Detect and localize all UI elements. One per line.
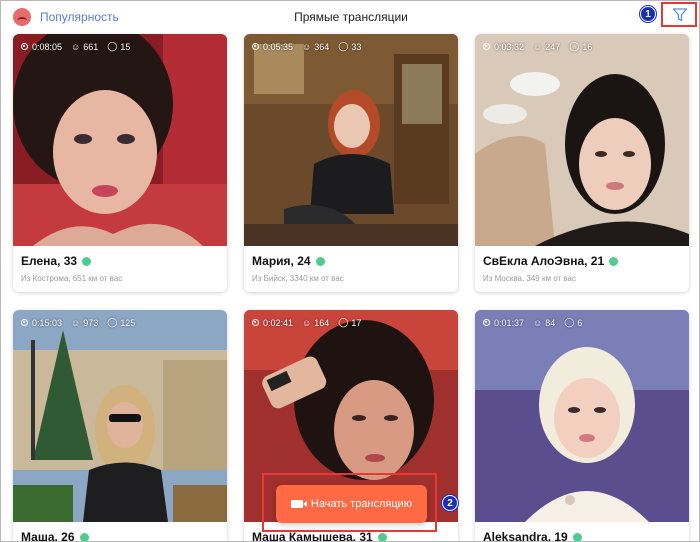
online-status-icon	[572, 532, 582, 541]
start-stream-highlight: Начать трансляцию	[262, 473, 437, 532]
stream-duration: 0:03:32	[494, 41, 525, 52]
comments-count: 125	[120, 317, 136, 328]
stream-card[interactable]: 0:03:32 ☺ 247 ◯ 16 СвЕкла АлоЭвна, 21 Из…	[475, 34, 689, 292]
comments-count: 33	[351, 41, 362, 52]
stream-card[interactable]: 0:15:03 ☺ 973 ◯ 125 Маша, 26	[13, 310, 227, 541]
streamer-distance: Из Москва, 349 км от вас	[483, 274, 576, 283]
comments-icon: ◯	[338, 317, 349, 327]
header: Популярность Прямые трансляции 1	[1, 1, 699, 31]
stream-stats: 0:01:37 ☺ 84 ◯ 6	[483, 317, 582, 328]
live-indicator-icon	[252, 43, 259, 50]
comments-icon: ◯	[564, 317, 575, 327]
comments-count: 15	[120, 41, 131, 52]
stream-stats: 0:08:05 ☺ 661 ◯ 15	[21, 41, 130, 52]
viewers-icon: ☺	[302, 317, 312, 328]
live-indicator-icon	[21, 319, 28, 326]
comments-icon: ◯	[338, 41, 349, 51]
online-status-icon	[377, 532, 387, 541]
comments-icon: ◯	[569, 41, 580, 51]
comments-count: 16	[582, 41, 593, 52]
stream-thumbnail: 0:15:03 ☺ 973 ◯ 125	[13, 310, 227, 522]
page-title: Прямые трансляции	[294, 10, 408, 24]
viewers-count: 661	[83, 41, 99, 52]
stream-stats: 0:15:03 ☺ 973 ◯ 125	[21, 317, 135, 328]
comments-icon: ◯	[107, 317, 118, 327]
card-info: Aleksandra, 19	[475, 522, 689, 541]
app-window: Популярность Прямые трансляции 1 0:08:05…	[0, 0, 700, 542]
viewers-icon: ☺	[533, 41, 543, 52]
comments-count: 17	[351, 317, 362, 328]
viewers-icon: ☺	[533, 317, 543, 328]
stream-stats: 0:03:32 ☺ 247 ◯ 16	[483, 41, 592, 52]
stream-thumbnail: 0:01:37 ☺ 84 ◯ 6	[475, 310, 689, 522]
stream-thumbnail: 0:05:35 ☺ 364 ◯ 33	[244, 34, 458, 246]
viewers-icon: ☺	[71, 41, 81, 52]
comments-count: 6	[577, 317, 583, 328]
stream-card[interactable]: 0:08:05 ☺ 661 ◯ 15 Елена, 33 Из Кострома…	[13, 34, 227, 292]
live-indicator-icon	[483, 43, 490, 50]
card-info: Мария, 24 Из Бийск, 3340 км от вас	[244, 246, 458, 292]
start-stream-button[interactable]: Начать трансляцию	[276, 485, 427, 523]
stream-duration: 0:02:41	[263, 317, 294, 328]
live-indicator-icon	[21, 43, 28, 50]
streamer-name[interactable]: Aleksandra, 19	[483, 530, 568, 541]
viewers-count: 164	[314, 317, 330, 328]
stream-thumbnail: 0:03:32 ☺ 247 ◯ 16	[475, 34, 689, 246]
annotation-badge-2: 2	[442, 495, 458, 511]
live-indicator-icon	[483, 319, 490, 326]
card-info: СвЕкла АлоЭвна, 21 Из Москва, 349 км от …	[475, 246, 689, 292]
streamer-name[interactable]: Елена, 33	[21, 254, 77, 268]
stream-thumbnail: 0:08:05 ☺ 661 ◯ 15	[13, 34, 227, 246]
camera-icon	[290, 500, 307, 508]
viewers-count: 364	[314, 41, 330, 52]
viewers-icon: ☺	[302, 41, 312, 52]
online-status-icon	[79, 532, 89, 541]
viewers-count: 973	[83, 317, 99, 328]
card-info: Маша, 26	[13, 522, 227, 541]
filter-icon	[672, 8, 688, 22]
live-indicator-icon	[252, 319, 259, 326]
viewers-count: 247	[545, 41, 561, 52]
stream-duration: 0:01:37	[494, 317, 525, 328]
online-status-icon	[315, 256, 325, 266]
start-stream-label: Начать трансляцию	[310, 498, 413, 510]
viewers-count: 84	[545, 317, 556, 328]
streamer-distance: Из Бийск, 3340 км от вас	[252, 274, 344, 283]
stream-duration: 0:15:03	[32, 317, 63, 328]
annotation-badge-1: 1	[640, 6, 656, 22]
streamer-name[interactable]: Мария, 24	[252, 254, 311, 268]
stream-duration: 0:05:35	[263, 41, 294, 52]
online-status-icon	[609, 256, 619, 266]
stream-stats: 0:02:41 ☺ 164 ◯ 17	[252, 317, 361, 328]
stream-card[interactable]: 0:05:35 ☺ 364 ◯ 33 Мария, 24 Из Бийск, 3…	[244, 34, 458, 292]
stream-duration: 0:08:05	[32, 41, 63, 52]
stream-stats: 0:05:35 ☺ 364 ◯ 33	[252, 41, 361, 52]
viewers-icon: ☺	[71, 317, 81, 328]
online-status-icon	[82, 256, 92, 266]
streamer-name[interactable]: Маша, 26	[21, 530, 75, 541]
filter-button[interactable]	[661, 2, 697, 27]
stream-card[interactable]: 0:01:37 ☺ 84 ◯ 6 Aleksandra, 19	[475, 310, 689, 541]
comments-icon: ◯	[107, 41, 118, 51]
streamer-distance: Из Кострома, 651 км от вас	[21, 274, 123, 283]
card-info: Елена, 33 Из Кострома, 651 км от вас	[13, 246, 227, 292]
streamer-name[interactable]: СвЕкла АлоЭвна, 21	[483, 254, 604, 268]
